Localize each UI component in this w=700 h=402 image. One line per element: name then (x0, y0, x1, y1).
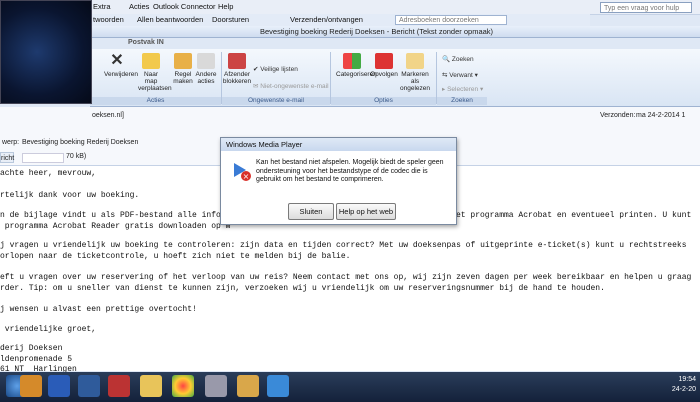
follow-up-label: Opvolgen (370, 71, 398, 78)
select-label: Selecteren (447, 86, 479, 93)
group-label-ongewenste: Ongewenste e-mail (222, 97, 330, 105)
help-web-button[interactable]: Help op het web (336, 203, 396, 220)
body-line: derij Doeksen (0, 344, 63, 353)
reply-all-button[interactable]: Allen beantwoorden (137, 15, 203, 24)
attachment-size: 70 kB) (66, 153, 87, 160)
other-actions-label: Andere acties (195, 71, 217, 85)
move-label: Naar map verplaatsen (138, 71, 172, 92)
body-line: rder. Tip: om u sneller van dienst te ku… (0, 284, 605, 293)
subject-value: Bevestiging boeking Rederij Doeksen (22, 139, 139, 146)
related-label: Verwant (449, 72, 473, 79)
menu-outlook-connector[interactable]: Outlook Connector (153, 2, 216, 11)
other-actions-icon (197, 53, 215, 69)
menu-extra[interactable]: Extra (93, 2, 111, 11)
top-menu-row: Extra Acties Outlook Connector Help (90, 0, 590, 12)
menu-acties[interactable]: Acties (129, 2, 149, 11)
follow-up-button[interactable]: Opvolgen (370, 53, 398, 78)
attachment-icon[interactable] (22, 153, 64, 163)
safe-lists-button[interactable]: ✔ Veilige lijsten (253, 65, 298, 73)
body-line: achte heer, mevrouw, (0, 169, 97, 178)
safe-lists-label: Veilige lijsten (260, 66, 298, 73)
media-player-icon[interactable] (20, 375, 42, 397)
menu-help[interactable]: Help (218, 2, 233, 11)
clock[interactable]: 19:54 24-2-20 (672, 375, 696, 395)
block-sender-icon (228, 53, 246, 69)
categorize-icon (343, 53, 361, 69)
body-line: programma Acrobat Reader gratis download… (0, 222, 231, 231)
body-line: j vragen u vriendelijk uw boeking te con… (0, 241, 687, 250)
folder-icon[interactable] (140, 375, 162, 397)
clock-date: 24-2-20 (671, 386, 696, 393)
message-tab[interactable]: richt (0, 152, 14, 163)
mark-unread-button[interactable]: Markeren als ongelezen (398, 53, 432, 92)
forward-button[interactable]: Doorsturen (212, 15, 249, 24)
body-line: rtelijk dank voor uw boeking. (0, 191, 140, 200)
block-sender-button[interactable]: Afzender blokkeren (222, 53, 252, 85)
outlook-icon[interactable] (78, 375, 100, 397)
clock-time: 19:54 (678, 376, 696, 383)
select-button[interactable]: ▸ Selecteren ▾ (442, 85, 483, 93)
address-book-search[interactable]: Adresboeken doorzoeken (395, 15, 507, 25)
sender-fragment: oeksen.nl] (92, 112, 124, 119)
delete-label: Verwijderen (104, 71, 138, 78)
ie-icon[interactable] (267, 375, 289, 397)
send-receive-button[interactable]: Verzenden/ontvangen (290, 15, 363, 24)
window-title: Bevestiging boeking Rederij Doeksen - Be… (260, 27, 494, 36)
media-error-icon: × (234, 163, 251, 181)
body-line: n de bijlage vindt u als PDF-bestand all… (0, 211, 236, 220)
envelope-icon (406, 53, 424, 69)
body-line: ldenpromenade 5 (0, 355, 73, 364)
dialog-body: × Kan het bestand niet afspelen. Mogelij… (221, 151, 456, 224)
group-label-opties: Opties (331, 97, 436, 105)
folder-move-icon (142, 53, 160, 69)
body-line: et programma Acrobat en eventueel printe… (456, 211, 692, 220)
find-button[interactable]: 🔍 Zoeken (442, 55, 474, 63)
other-actions-button[interactable]: Andere acties (193, 53, 219, 85)
categorize-button[interactable]: Categoriseren (336, 53, 377, 78)
svg-text:×: × (243, 172, 250, 181)
mark-unread-label: Markeren als ongelezen (400, 71, 430, 92)
subject-label: werp: (2, 139, 20, 146)
not-junk-label: Niet-ongewenste e-mail (260, 83, 329, 90)
image-icon[interactable] (237, 375, 259, 397)
reply-button[interactable]: twoorden (93, 15, 124, 24)
delete-button[interactable]: ✕ Verwijderen (104, 52, 138, 79)
chrome-icon[interactable] (172, 375, 194, 397)
folder-label: Postvak IN (128, 39, 164, 46)
body-line: vriendelijke groet, (0, 325, 97, 334)
message-window-titlebar: Bevestiging boeking Rederij Doeksen - Be… (90, 26, 700, 38)
media-player-error-dialog: Windows Media Player × Kan het bestand n… (220, 137, 457, 225)
ribbon: ✕ Verwijderen Naar map verplaatsen Regel… (90, 49, 700, 107)
group-label-acties: Acties (90, 97, 221, 105)
block-sender-label: Afzender blokkeren (222, 71, 252, 85)
sent-label: Verzonden: (600, 112, 636, 119)
help-search-input[interactable]: Typ een vraag voor hulp (600, 2, 692, 13)
dialog-message: Kan het bestand niet afspelen. Mogelijk … (256, 159, 444, 183)
video-thumbnail (0, 0, 92, 104)
related-button[interactable]: ⇆ Verwant ▾ (442, 71, 478, 79)
group-label-zoeken: Zoeken (437, 97, 487, 105)
rule-icon (174, 53, 192, 69)
dialog-title: Windows Media Player (221, 138, 456, 151)
tool-icon[interactable] (205, 375, 227, 397)
flag-icon (375, 53, 393, 69)
body-line: j wensen u alvast een prettige overtocht… (0, 305, 197, 314)
app-icon[interactable] (108, 375, 130, 397)
find-label: Zoeken (451, 56, 474, 63)
taskbar: 19:54 24-2-20 (0, 372, 700, 402)
sent-value: ma 24-2-2014 1 (636, 112, 686, 119)
delete-x-icon: ✕ (110, 52, 124, 69)
body-line: orlopen naar de ticketcontrole, u hoeft … (0, 252, 351, 261)
not-junk-button[interactable]: ✉ Niet-ongewenste e-mail (253, 82, 329, 90)
rule-label: Regel maken (173, 71, 193, 85)
close-button[interactable]: Sluiten (288, 203, 334, 220)
move-to-folder-button[interactable]: Naar map verplaatsen (138, 53, 172, 92)
word-icon[interactable] (48, 375, 70, 397)
body-line: eft u vragen over uw reservering of het … (0, 273, 692, 282)
